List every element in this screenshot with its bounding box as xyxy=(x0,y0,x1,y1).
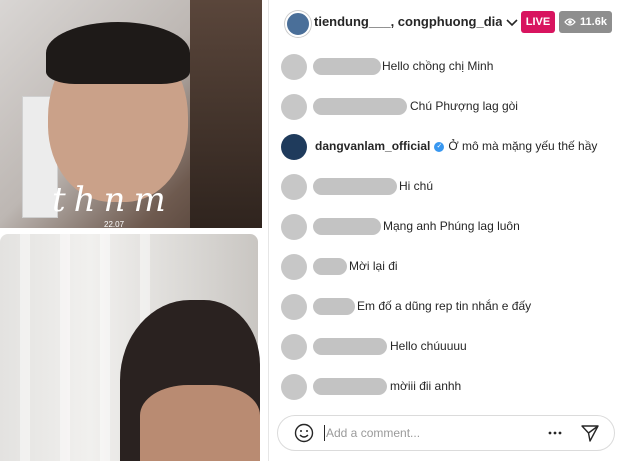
smile-icon[interactable] xyxy=(294,423,314,443)
more-icon[interactable] xyxy=(548,430,562,436)
comment-text: Mạng anh Phúng lag luôn xyxy=(383,219,520,233)
chevron-down-icon[interactable] xyxy=(505,15,519,29)
live-header: tiendung___, congphuong_diam... LIVE 11.… xyxy=(269,0,620,46)
live-title[interactable]: tiendung___, congphuong_diam... xyxy=(314,14,502,29)
blurred-username xyxy=(313,378,387,395)
verified-badge-icon: ✓ xyxy=(434,141,445,152)
curtain-stripe xyxy=(60,234,70,461)
comment-input-bar xyxy=(277,415,615,451)
comment-text: mờiii đii anhh xyxy=(390,379,462,393)
comment-content: dangvanlam_official ✓ Ở mô mà mặng yếu thế… xyxy=(315,139,597,153)
text-cursor xyxy=(324,425,325,441)
commenter-avatar[interactable] xyxy=(281,254,307,280)
blurred-username xyxy=(313,218,381,235)
curtain-stripe xyxy=(20,234,30,461)
blurred-username xyxy=(313,258,347,275)
video-column: thnm 22.07 xyxy=(0,0,268,461)
signature-watermark: thnm xyxy=(52,180,174,220)
viewer-count: 11.6k xyxy=(580,16,607,28)
comment-text: Mời lại đi xyxy=(349,259,398,273)
comment-item: Em đố a dũng rep tin nhắn e đấy xyxy=(269,286,620,326)
commenter-avatar[interactable] xyxy=(281,94,307,120)
comment-text: Hello chồng chị Minh xyxy=(382,59,494,73)
live-badge: LIVE xyxy=(521,11,555,33)
guest-face xyxy=(140,385,260,461)
comment-item: Hello chồng chị Minh xyxy=(269,46,620,86)
comment-item: Hi chú xyxy=(269,166,620,206)
host-avatar[interactable] xyxy=(285,11,311,37)
video-date: 22.07 xyxy=(104,220,125,228)
comment-item: Hello chúuuuu xyxy=(269,326,620,366)
comment-item: dangvanlam_official ✓ Ở mô mà mặng yếu thế… xyxy=(269,126,620,166)
send-icon[interactable] xyxy=(580,423,600,443)
comment-input[interactable] xyxy=(326,424,526,442)
comment-text: Hi chú xyxy=(399,179,434,193)
commenter-avatar[interactable] xyxy=(281,334,307,360)
commenter-avatar[interactable] xyxy=(281,54,307,80)
commenter-avatar[interactable] xyxy=(281,374,307,400)
commenter-avatar[interactable] xyxy=(281,174,307,200)
comment-item: Mời lại đi xyxy=(269,246,620,286)
commenter-avatar[interactable] xyxy=(281,214,307,240)
blurred-username xyxy=(313,58,381,75)
comment-item: Mạng anh Phúng lag luôn xyxy=(269,206,620,246)
commenter-avatar[interactable] xyxy=(281,294,307,320)
viewer-count-badge[interactable]: 11.6k xyxy=(559,11,612,33)
blurred-username xyxy=(313,178,397,195)
blurred-username xyxy=(313,298,355,315)
curtain-stripe xyxy=(100,234,110,461)
comment-username[interactable]: dangvanlam_official xyxy=(315,139,430,153)
blurred-username xyxy=(313,98,407,115)
comment-item: mờiii đii anhh xyxy=(269,366,620,406)
blurred-username xyxy=(313,338,387,355)
comment-text: Hello chúuuuu xyxy=(390,339,467,353)
comment-text: Chú Phượng lag gòi xyxy=(410,99,518,113)
statue xyxy=(190,0,262,228)
eye-icon xyxy=(564,18,576,26)
live-comments-panel: tiendung___, congphuong_diam... LIVE 11.… xyxy=(268,0,620,461)
commenter-avatar[interactable] xyxy=(281,134,307,160)
comment-list: Hello chồng chị Minh Chú Phượng lag gòi … xyxy=(269,46,620,406)
comment-text: Ở mô mà mặng yếu thế hầy xyxy=(448,139,598,153)
comment-item: Chú Phượng lag gòi xyxy=(269,86,620,126)
host-video: thnm 22.07 xyxy=(0,0,262,228)
comment-text: Em đố a dũng rep tin nhắn e đấy xyxy=(357,299,532,313)
host-hair xyxy=(46,22,190,84)
